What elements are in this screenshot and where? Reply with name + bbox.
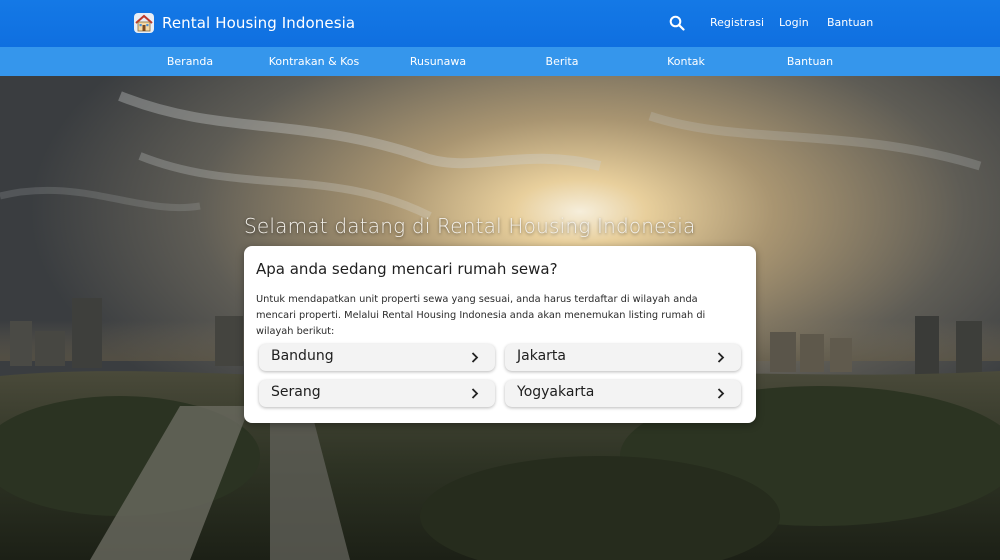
city-label: Yogyakarta [517, 384, 595, 400]
help-link[interactable]: Bantuan [827, 16, 873, 29]
register-link[interactable]: Registrasi [710, 16, 764, 29]
city-label: Bandung [271, 348, 334, 364]
card-description: Untuk mendapatkan unit properti sewa yan… [256, 294, 706, 337]
city-button-yogyakarta[interactable]: Yogyakarta [505, 380, 741, 407]
chevron-right-icon [717, 388, 725, 399]
house-icon [134, 13, 154, 33]
city-label: Jakarta [517, 348, 566, 364]
city-button-bandung[interactable]: Bandung [259, 344, 495, 371]
main-navigation: Beranda Kontrakan & Kos Rusunawa Berita … [0, 47, 1000, 76]
chevron-right-icon [471, 352, 479, 363]
nav-item-bantuan[interactable]: Bantuan [787, 55, 833, 68]
nav-item-berita[interactable]: Berita [546, 55, 579, 68]
city-button-jakarta[interactable]: Jakarta [505, 344, 741, 371]
login-link[interactable]: Login [779, 16, 809, 29]
nav-item-beranda[interactable]: Beranda [167, 55, 213, 68]
chevron-right-icon [717, 352, 725, 363]
search-icon[interactable] [669, 15, 685, 31]
nav-item-kontak[interactable]: Kontak [667, 55, 705, 68]
search-card: Apa anda sedang mencari rumah sewa? Untu… [244, 246, 756, 423]
brand-name: Rental Housing Indonesia [162, 14, 356, 32]
city-label: Serang [271, 384, 321, 400]
card-heading: Apa anda sedang mencari rumah sewa? [256, 260, 558, 278]
nav-item-kontrakan-kos[interactable]: Kontrakan & Kos [269, 55, 360, 68]
chevron-right-icon [471, 388, 479, 399]
city-button-serang[interactable]: Serang [259, 380, 495, 407]
hero-title: Selamat datang di Rental Housing Indones… [244, 214, 696, 238]
top-header: Rental Housing Indonesia Registrasi Logi… [0, 0, 1000, 47]
brand-logo-link[interactable]: Rental Housing Indonesia [133, 12, 355, 34]
nav-item-rusunawa[interactable]: Rusunawa [410, 55, 466, 68]
